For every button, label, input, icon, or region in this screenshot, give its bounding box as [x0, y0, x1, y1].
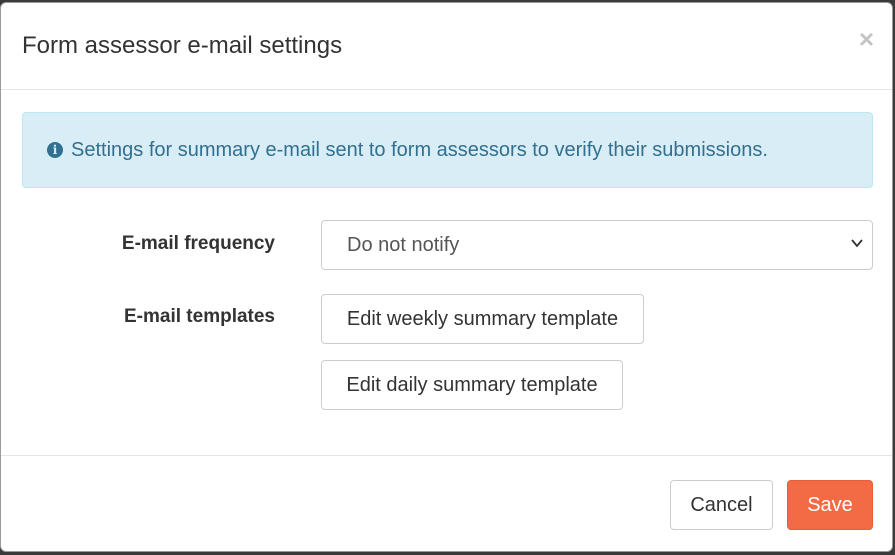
- dialog-footer: [1, 455, 892, 456]
- alert-text: Settings for summary e-mail sent to form…: [71, 138, 768, 161]
- close-button[interactable]: ×: [859, 24, 874, 54]
- dialog-title: Form assessor e-mail settings: [22, 32, 343, 59]
- email-frequency-label: E-mail frequency: [121, 233, 275, 254]
- info-alert: i Settings for summary e-mail sent to fo…: [22, 112, 873, 188]
- email-templates-label: E-mail templates: [124, 306, 275, 327]
- chevron-down-icon: [851, 239, 863, 248]
- edit-daily-template-button[interactable]: Edit daily summary template: [321, 360, 623, 410]
- save-button[interactable]: Save: [787, 480, 873, 530]
- edit-weekly-template-button[interactable]: Edit weekly summary template: [321, 294, 644, 344]
- email-frequency-select[interactable]: Do not notify: [321, 220, 873, 270]
- cancel-button[interactable]: Cancel: [670, 480, 773, 530]
- email-settings-dialog: Form assessor e-mail settings × i Settin…: [0, 2, 893, 552]
- email-frequency-value: Do not notify: [347, 233, 460, 256]
- dialog-header: Form assessor e-mail settings ×: [1, 3, 892, 90]
- info-circle-icon: i: [47, 142, 63, 158]
